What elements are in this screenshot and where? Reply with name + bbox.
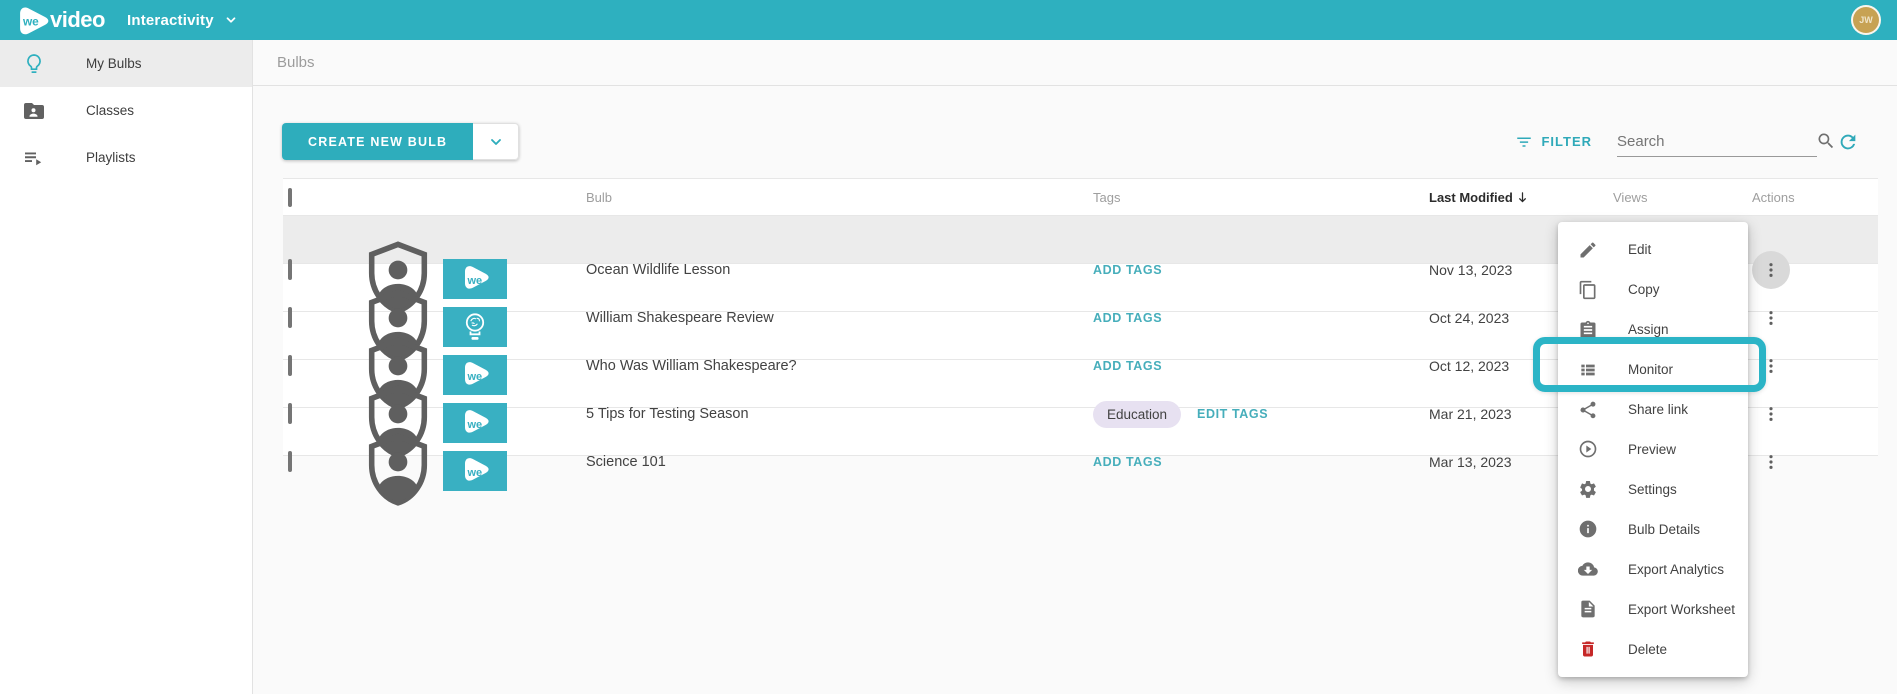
topbar: we video Interactivity JW — [0, 0, 1897, 40]
last-modified-column-header[interactable]: Last Modified — [1429, 190, 1613, 205]
share-icon — [1578, 400, 1598, 420]
bulb-title[interactable]: Who Was William Shakespeare? — [553, 358, 1093, 374]
context-menu-item-bulb-details[interactable]: Bulb Details — [1558, 509, 1748, 549]
brand-video-text: video — [50, 7, 105, 33]
row-actions-button[interactable] — [1752, 251, 1790, 289]
context-menu-item-copy[interactable]: Copy — [1558, 270, 1748, 310]
sidebar-item-playlists[interactable]: Playlists — [0, 134, 252, 181]
row-actions-button[interactable] — [1752, 443, 1790, 481]
create-new-bulb-dropdown-button[interactable] — [473, 123, 519, 160]
pencil-icon — [1578, 240, 1598, 260]
gear-icon — [1578, 479, 1598, 499]
row-actions-button[interactable] — [1752, 299, 1790, 337]
trash-icon — [1578, 639, 1598, 659]
row-checkbox[interactable] — [288, 403, 292, 424]
svg-text:we: we — [467, 467, 483, 479]
context-menu-item-assign[interactable]: Assign — [1558, 310, 1748, 350]
tags-column-header[interactable]: Tags — [1093, 190, 1429, 205]
bulb-title[interactable]: Ocean Wildlife Lesson — [553, 262, 1093, 278]
views-column-header[interactable]: Views — [1613, 190, 1752, 205]
breadcrumb: Bulbs — [277, 54, 315, 71]
search-input[interactable] — [1617, 133, 1816, 150]
lightbulb-icon — [22, 52, 46, 76]
bulb-title[interactable]: Science 101 — [553, 454, 1093, 470]
context-menu-item-export-worksheet[interactable]: Export Worksheet — [1558, 589, 1748, 629]
svg-text:we: we — [467, 275, 483, 287]
clipboard-icon — [1578, 320, 1598, 340]
context-menu-item-edit[interactable]: Edit — [1558, 230, 1748, 270]
tags-cell: ADD TAGS — [1093, 311, 1429, 325]
dots-vertical-icon — [1761, 356, 1781, 376]
refresh-button[interactable] — [1837, 131, 1859, 153]
list-icon — [1578, 360, 1598, 380]
tags-cell: ADD TAGS — [1093, 455, 1429, 469]
add-tags-link[interactable]: ADD TAGS — [1093, 455, 1162, 469]
svg-text:we: we — [467, 419, 483, 431]
sidebar-item-my-bulbs[interactable]: My Bulbs — [0, 40, 252, 87]
create-new-bulb-button[interactable]: CREATE NEW BULB — [282, 123, 473, 160]
chevron-down-icon — [488, 134, 504, 150]
folder-shared-icon — [22, 99, 46, 123]
dots-vertical-icon — [1761, 452, 1781, 472]
app-switcher-chevron-down-icon[interactable] — [224, 13, 238, 27]
cloud-download-icon — [1578, 559, 1598, 579]
dots-vertical-icon — [1761, 308, 1781, 328]
breadcrumb-bar: Bulbs — [253, 40, 1897, 86]
app-title: Interactivity — [127, 12, 214, 29]
table-header-row: Bulb Tags Last Modified Views Actions — [283, 179, 1878, 216]
row-checkbox[interactable] — [288, 307, 292, 328]
edit-tags-link[interactable]: EDIT TAGS — [1197, 407, 1268, 421]
copy-icon — [1578, 280, 1598, 300]
tag-chip: Education — [1093, 401, 1181, 428]
row-actions-button[interactable] — [1752, 395, 1790, 433]
sidebar-item-classes[interactable]: Classes — [0, 87, 252, 134]
row-checkbox[interactable] — [288, 259, 292, 280]
search-icon[interactable] — [1816, 131, 1836, 151]
info-icon — [1578, 519, 1598, 539]
filter-label: FILTER — [1541, 134, 1592, 149]
context-menu-item-share-link[interactable]: Share link — [1558, 390, 1748, 430]
row-checkbox[interactable] — [288, 451, 292, 472]
add-tags-link[interactable]: ADD TAGS — [1093, 311, 1162, 325]
bulb-title[interactable]: William Shakespeare Review — [553, 310, 1093, 326]
context-menu-item-settings[interactable]: Settings — [1558, 469, 1748, 509]
user-avatar[interactable]: JW — [1851, 5, 1881, 35]
bulb-title[interactable]: 5 Tips for Testing Season — [553, 406, 1093, 422]
svg-text:we: we — [22, 14, 39, 28]
create-new-bulb-button-group: CREATE NEW BULB — [282, 123, 519, 160]
table-toolbar-right: FILTER — [1515, 123, 1859, 160]
add-tags-link[interactable]: ADD TAGS — [1093, 359, 1162, 373]
context-menu-item-monitor[interactable]: Monitor — [1558, 350, 1748, 390]
context-menu-item-delete[interactable]: Delete — [1558, 629, 1748, 669]
wevideo-play-blob-icon: we — [16, 4, 52, 37]
tags-cell: Education EDIT TAGS — [1093, 401, 1429, 428]
select-all-checkbox[interactable] — [288, 188, 292, 207]
refresh-icon — [1837, 131, 1859, 153]
search-box — [1617, 127, 1817, 157]
tags-cell: ADD TAGS — [1093, 263, 1429, 277]
bulb-column-header[interactable]: Bulb — [553, 190, 1093, 205]
dots-vertical-icon — [1761, 404, 1781, 424]
row-actions-button[interactable] — [1752, 347, 1790, 385]
play-circle-icon — [1578, 439, 1598, 459]
sidebar: My Bulbs Classes Playlists — [0, 40, 253, 694]
wevideo-logo-thumbnail[interactable]: we — [443, 451, 553, 491]
tags-cell: ADD TAGS — [1093, 359, 1429, 373]
wevideo-logo[interactable]: we video — [16, 4, 105, 37]
playlist-icon — [22, 146, 46, 170]
row-actions-context-menu: Edit Copy Assign Monitor Share link Prev… — [1558, 222, 1748, 677]
context-menu-item-preview[interactable]: Preview — [1558, 430, 1748, 470]
document-icon — [1578, 599, 1598, 619]
svg-text:we: we — [467, 371, 483, 383]
row-checkbox[interactable] — [288, 355, 292, 376]
context-menu-item-export-analytics[interactable]: Export Analytics — [1558, 549, 1748, 589]
owner-shield-user-icon — [353, 426, 443, 516]
add-tags-link[interactable]: ADD TAGS — [1093, 263, 1162, 277]
dots-vertical-icon — [1761, 260, 1781, 280]
sort-desc-arrow-icon — [1515, 190, 1530, 205]
actions-column-header: Actions — [1752, 190, 1878, 205]
filter-button[interactable]: FILTER — [1515, 133, 1592, 151]
filter-icon — [1515, 133, 1533, 151]
